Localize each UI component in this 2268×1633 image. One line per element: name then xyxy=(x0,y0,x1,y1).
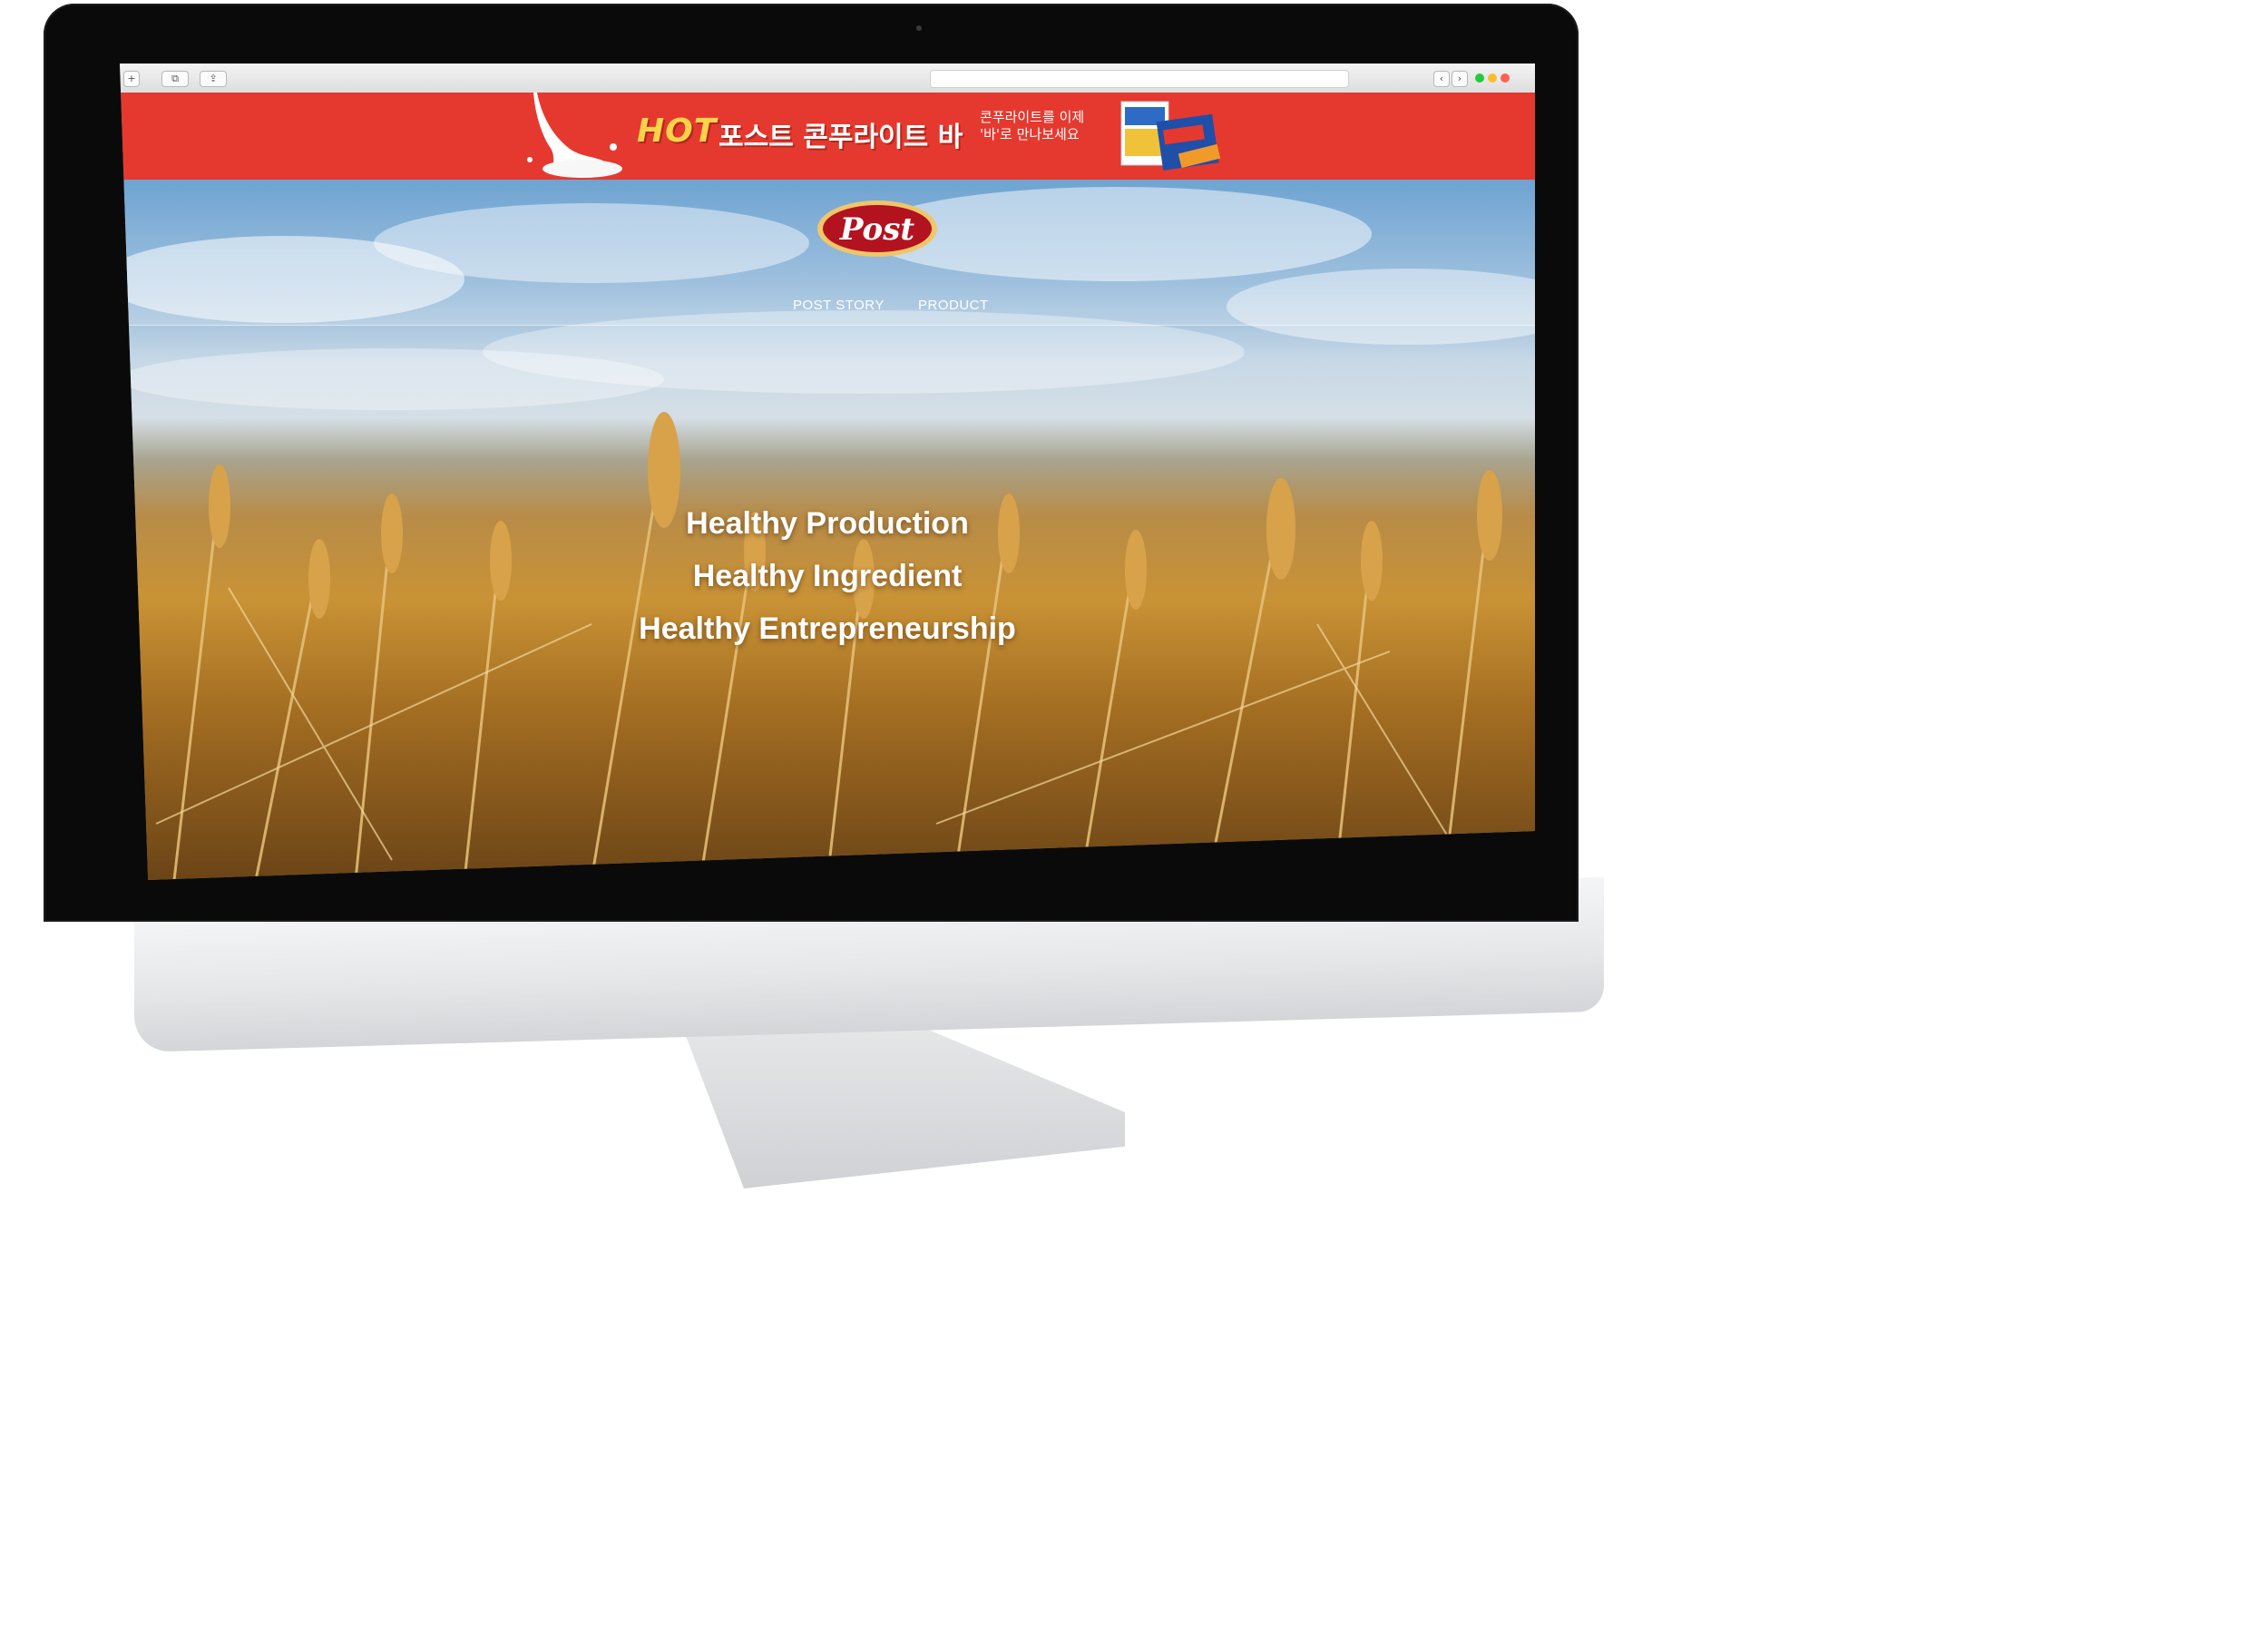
browser-window: + ⧉ ⇪ ‹ › HOT 포스트 콘푸라이트 바 콘푸라이트를 이제 '바'로… xyxy=(120,64,1535,880)
banner-subtext-line-1: 콘푸라이트를 이제 xyxy=(980,109,1085,125)
window-zoom-button[interactable] xyxy=(1475,73,1484,83)
hero-section: Post POST STORY PRODUCT Healthy Producti… xyxy=(120,180,1535,880)
plus-icon[interactable]: + xyxy=(123,71,140,87)
window-close-button[interactable] xyxy=(1501,73,1510,83)
address-bar[interactable] xyxy=(930,70,1349,88)
share-icon[interactable]: ⇪ xyxy=(200,71,227,87)
window-minimize-button[interactable] xyxy=(1488,73,1497,83)
camera-icon xyxy=(916,25,922,31)
logo-text: Post xyxy=(839,211,914,248)
hot-label: HOT xyxy=(637,112,718,150)
imac-mockup: + ⧉ ⇪ ‹ › HOT 포스트 콘푸라이트 바 콘푸라이트를 이제 '바'로… xyxy=(0,0,2268,1633)
nav-product[interactable]: PRODUCT xyxy=(918,298,989,313)
chevron-left-icon[interactable]: ‹ xyxy=(1433,71,1450,87)
banner-headline: 포스트 콘푸라이트 바 xyxy=(719,122,963,153)
nav-post-story[interactable]: POST STORY xyxy=(793,298,885,313)
browser-toolbar: + ⧉ ⇪ ‹ › xyxy=(120,64,1535,93)
banner-subtext-line-2: '바'로 만나보세요 xyxy=(980,126,1080,142)
banner-subtext: 콘푸라이트를 이제 '바'로 만나보세요 xyxy=(980,109,1116,143)
cereal-box-image xyxy=(1120,101,1221,171)
tagline-production: Healthy Production xyxy=(686,506,969,541)
post-logo[interactable]: Post xyxy=(815,198,940,259)
milk-splash-image xyxy=(527,93,622,178)
tagline-entrepreneurship: Healthy Entrepreneurship xyxy=(639,611,1016,646)
tabs-icon[interactable]: ⧉ xyxy=(161,71,189,87)
tagline-ingredient: Healthy Ingredient xyxy=(692,559,963,593)
chevron-right-icon[interactable]: › xyxy=(1452,71,1468,87)
site-header: Post POST STORY PRODUCT xyxy=(120,180,1535,326)
promo-banner[interactable]: HOT 포스트 콘푸라이트 바 콘푸라이트를 이제 '바'로 만나보세요 xyxy=(120,93,1535,180)
